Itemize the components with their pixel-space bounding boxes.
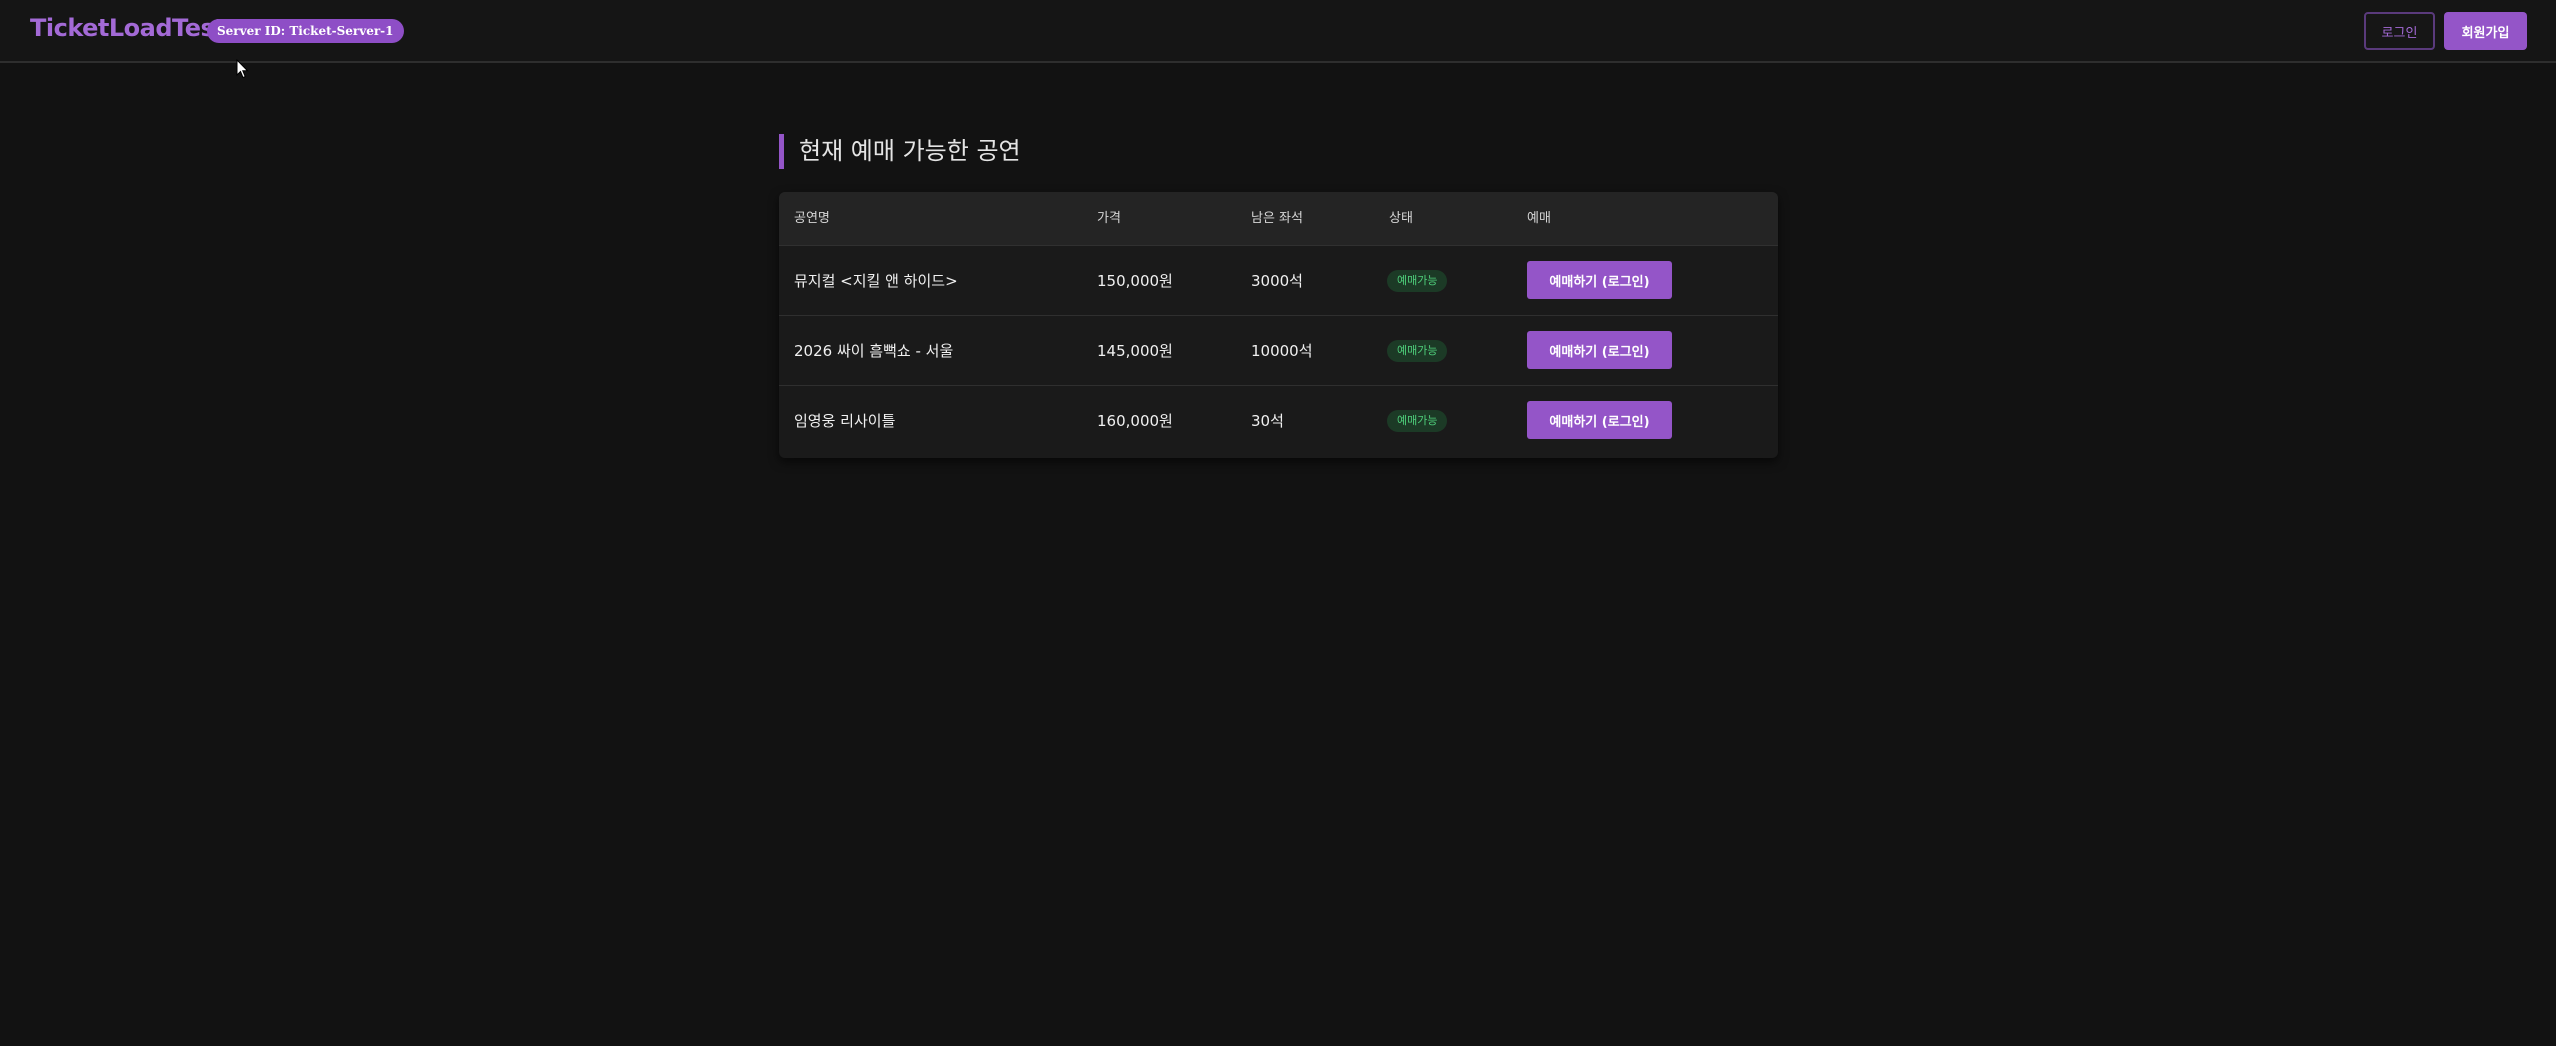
top-nav-bar: TicketLoadTest Server ID: Ticket-Server-…	[0, 0, 2556, 63]
performance-price: 150,000원	[1097, 272, 1173, 290]
column-header-price: 가격	[1097, 211, 1121, 226]
remaining-seats: 3000석	[1251, 272, 1303, 290]
book-button[interactable]: 예매하기 (로그인)	[1527, 331, 1672, 369]
book-button[interactable]: 예매하기 (로그인)	[1527, 261, 1672, 299]
signup-button[interactable]: 회원가입	[2444, 12, 2527, 50]
performance-name: 2026 싸이 흠뻑쇼 - 서울	[794, 342, 954, 360]
performance-name: 임영웅 리사이틀	[794, 412, 896, 430]
remaining-seats: 30석	[1251, 412, 1284, 430]
mouse-cursor-icon	[236, 59, 249, 79]
column-header-status: 상태	[1389, 211, 1413, 226]
performance-price: 160,000원	[1097, 412, 1173, 430]
performance-price: 145,000원	[1097, 342, 1173, 360]
book-button[interactable]: 예매하기 (로그인)	[1527, 401, 1672, 439]
table-row: 임영웅 리사이틀 160,000원 30석 예매가능 예매하기 (로그인)	[779, 386, 1778, 456]
table-row: 2026 싸이 흠뻑쇼 - 서울 145,000원 10000석 예매가능 예매…	[779, 316, 1778, 386]
column-header-seats: 남은 좌석	[1251, 211, 1303, 226]
table-header: 공연명 가격 남은 좌석 상태 예매	[779, 192, 1778, 246]
remaining-seats: 10000석	[1251, 342, 1313, 360]
performances-table: 공연명 가격 남은 좌석 상태 예매 뮤지컬 <지킬 앤 하이드> 150,00…	[779, 192, 1778, 458]
status-badge: 예매가능	[1387, 340, 1448, 362]
login-button[interactable]: 로그인	[2364, 12, 2435, 50]
app-logo[interactable]: TicketLoadTest	[30, 14, 226, 42]
page-title: 현재 예매 가능한 공연	[779, 134, 1021, 169]
column-header-booking: 예매	[1527, 211, 1551, 226]
server-id-badge: Server ID: Ticket-Server-1	[207, 19, 404, 43]
status-badge: 예매가능	[1387, 410, 1448, 432]
status-badge: 예매가능	[1387, 270, 1448, 292]
table-row: 뮤지컬 <지킬 앤 하이드> 150,000원 3000석 예매가능 예매하기 …	[779, 246, 1778, 316]
performance-name: 뮤지컬 <지킬 앤 하이드>	[794, 272, 958, 290]
column-header-name: 공연명	[794, 211, 830, 226]
